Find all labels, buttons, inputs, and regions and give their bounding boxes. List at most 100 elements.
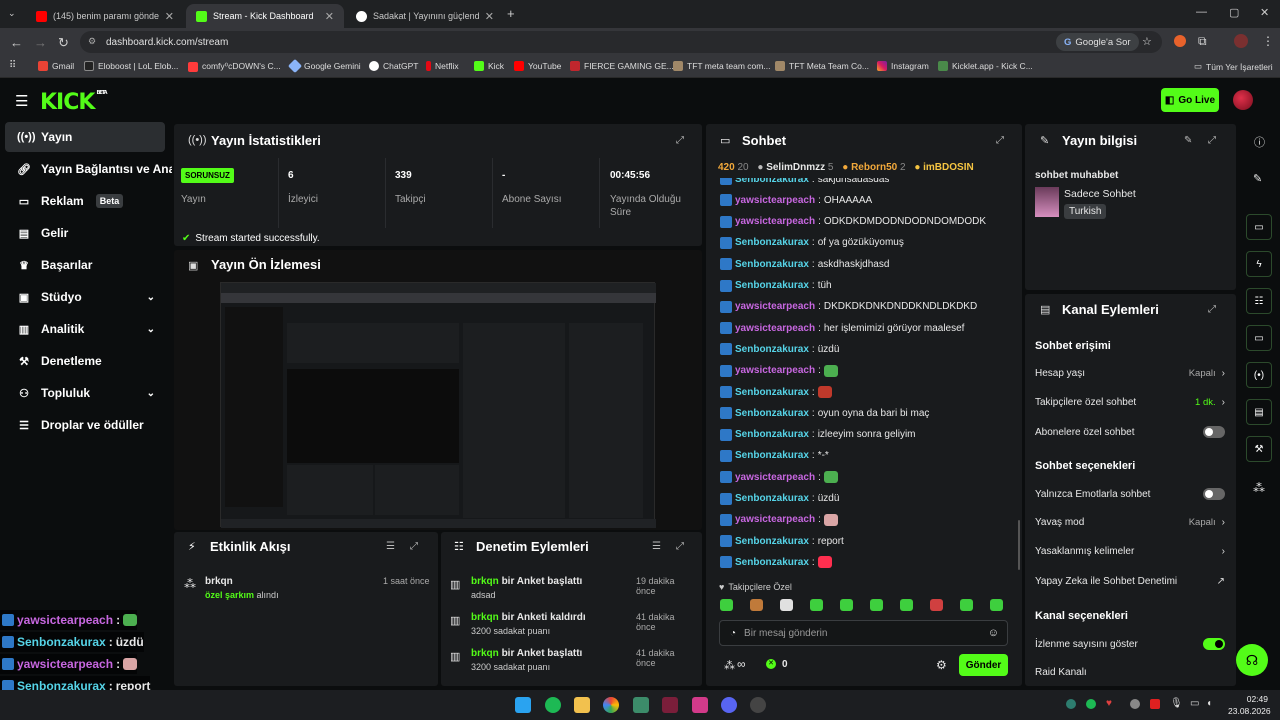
emote-icon[interactable] xyxy=(780,599,793,611)
sidebar-item-denetleme[interactable]: ⚒ Denetleme xyxy=(5,346,165,376)
spotify-icon[interactable] xyxy=(1086,699,1096,709)
chat-username[interactable]: yawsictearpeach xyxy=(735,472,815,483)
chat-message[interactable]: Senbonzakurax: tüh xyxy=(720,279,832,292)
avatar[interactable] xyxy=(1233,90,1253,110)
rail-mod-button[interactable]: ☷ xyxy=(1246,288,1272,314)
account-age-row[interactable]: Hesap yaşı Kapalı › xyxy=(1035,368,1225,379)
mic-icon[interactable]: 🎙︎ xyxy=(1170,698,1183,709)
bookmark-netflix[interactable]: Netflix xyxy=(426,61,459,71)
tray-icon[interactable] xyxy=(1130,699,1140,709)
folder-icon[interactable] xyxy=(574,697,590,713)
chat-username[interactable]: Senbonzakurax xyxy=(735,387,809,398)
maximize-icon[interactable]: ▢ xyxy=(1229,6,1239,19)
chrome-icon[interactable] xyxy=(603,697,619,713)
chat-scrollbar[interactable] xyxy=(1018,520,1020,570)
chat-message[interactable]: Senbonzakurax: üzdü xyxy=(720,492,839,505)
chat-username[interactable]: Senbonzakurax xyxy=(735,557,809,568)
tray-icon[interactable] xyxy=(1150,699,1160,709)
app-icon[interactable] xyxy=(633,697,649,713)
chat-message[interactable]: yawsictearpeach: DKDKDKDNKDNDDKNDLDKDKD xyxy=(720,300,977,313)
chat-username[interactable]: Senbonzakurax xyxy=(735,450,809,461)
chat-message[interactable]: Senbonzakurax: xyxy=(720,386,832,398)
sidebar-item-analitik[interactable]: ▥ Analitik ⌄ xyxy=(5,314,165,344)
monitor-icon[interactable]: ▭ xyxy=(1190,698,1199,709)
edit-icon[interactable]: ✎ xyxy=(1253,172,1262,185)
site-info-icon[interactable]: ⚙ xyxy=(88,36,96,47)
obs-icon[interactable] xyxy=(750,697,766,713)
bookmark-comfy[interactable]: comfy⁰cDOWN's C... xyxy=(188,61,281,72)
emote-icon[interactable] xyxy=(840,599,853,611)
chat-message[interactable]: Senbonzakurax: askdhaskjdhasd xyxy=(720,258,889,271)
google-ask-button[interactable]: G Google'a Sor xyxy=(1056,33,1139,51)
bookmark-tft-2[interactable]: TFT Meta Team Co... xyxy=(775,61,869,71)
tab-kick-dashboard[interactable]: Stream - Kick Dashboard ✕ xyxy=(186,4,344,28)
chat-message[interactable]: Senbonzakurax: report xyxy=(720,535,844,548)
chat-username[interactable]: Senbonzakurax xyxy=(735,344,809,355)
chat-username[interactable]: yawsictearpeach xyxy=(735,365,815,376)
chat-message[interactable]: yawsictearpeach: xyxy=(720,471,838,484)
emote-icon[interactable] xyxy=(870,599,883,611)
extensions-icon[interactable]: ⧉ xyxy=(1198,34,1207,49)
filter-icon[interactable]: ☰ xyxy=(386,541,395,552)
emote-icon[interactable] xyxy=(810,599,823,611)
chat-message[interactable]: yawsictearpeach: xyxy=(720,364,838,377)
rail-actions-button[interactable]: ▤ xyxy=(1246,399,1272,425)
info-icon[interactable]: ⓘ xyxy=(1254,134,1265,150)
emote-icon[interactable] xyxy=(720,599,733,611)
sidebar-item-reklam[interactable]: ▭ Reklam Beta xyxy=(5,186,165,216)
chat-messages[interactable]: Senbonzakurax: sakjdnsadasdas yawsictearpe… xyxy=(706,178,1022,578)
chat-message[interactable]: yawsictearpeach: xyxy=(720,513,838,526)
emote-icon[interactable] xyxy=(900,599,913,611)
close-icon[interactable]: ✕ xyxy=(485,10,494,23)
bookmark-all[interactable]: ▭ Tüm Yer İşaretleri xyxy=(1194,61,1273,72)
followers-only-row[interactable]: Takipçilere özel sohbet 1 dk. › xyxy=(1035,397,1225,408)
rail-info-button[interactable]: ⚒ xyxy=(1246,436,1272,462)
tray-icon[interactable] xyxy=(1066,699,1076,709)
bookmark-gemini[interactable]: Google Gemini xyxy=(287,58,361,74)
extension-icon[interactable] xyxy=(1174,35,1186,47)
minimize-icon[interactable]: — xyxy=(1196,6,1207,18)
send-button[interactable]: Gönder xyxy=(959,654,1008,676)
chat-username[interactable]: Senbonzakurax xyxy=(735,493,809,504)
chat-username[interactable]: yawsictearpeach xyxy=(735,514,815,525)
chat-message[interactable]: yawsictearpeach: ODKDKDMDODNDODNDOMDODK xyxy=(720,215,986,228)
bookmark-kick[interactable]: Kick xyxy=(474,61,504,71)
chat-username[interactable]: yawsictearpeach xyxy=(735,323,815,334)
new-tab-icon[interactable]: + xyxy=(507,6,515,21)
close-icon[interactable]: ✕ xyxy=(325,10,334,23)
rail-stats-button[interactable]: ▭ xyxy=(1246,214,1272,240)
discord-icon[interactable] xyxy=(721,697,737,713)
expand-icon[interactable]: ⤢ xyxy=(996,135,1004,146)
sidebar-item-gelir[interactable]: ▤ Gelir xyxy=(5,218,165,248)
reload-icon[interactable]: ↻ xyxy=(58,35,69,51)
gear-icon[interactable]: ⚙ xyxy=(936,658,947,672)
emoji-icon[interactable]: ☺ xyxy=(988,627,999,639)
raid-row[interactable]: Raid Kanalı xyxy=(1035,667,1225,678)
leader-name[interactable]: Reborn50 xyxy=(851,162,897,173)
tab-youtube[interactable]: (145) benim paramı göndersin ✕ xyxy=(26,4,184,28)
chat-username[interactable]: yawsictearpeach xyxy=(735,216,815,227)
sidebar-item-topluluk[interactable]: ⚇ Topluluk ⌄ xyxy=(5,378,165,408)
window-close-icon[interactable]: ✕ xyxy=(1260,6,1269,19)
expand-icon[interactable]: ⤢ xyxy=(676,541,684,552)
leader-name[interactable]: SelimDnmzz xyxy=(766,162,825,173)
bookmark-fierce[interactable]: FIERCE GAMING GE... xyxy=(570,61,674,71)
expand-icon[interactable]: ⤢ xyxy=(676,135,684,146)
bookmark-eloboost[interactable]: Eloboost | LoL Elob... xyxy=(84,61,178,71)
menu-dots-icon[interactable]: ⋮ xyxy=(1262,34,1274,48)
sidebar-item-basarilar[interactable]: ♛ Başarılar xyxy=(5,250,165,280)
back-icon[interactable]: ← xyxy=(10,35,23,50)
emote-icon[interactable] xyxy=(750,599,763,611)
show-viewers-toggle[interactable] xyxy=(1203,638,1225,650)
sidebar-item-stream-key[interactable]: 🔗︎ Yayın Bağlantısı ve Anahtar xyxy=(5,154,172,184)
chat-username[interactable]: Senbonzakurax xyxy=(735,237,809,248)
bookmark-kicklet[interactable]: Kicklet.app - Kick C... xyxy=(938,61,1033,71)
chat-message[interactable]: yawsictearpeach: OHAAAAA xyxy=(720,194,872,207)
chat-message[interactable]: Senbonzakurax: *-* xyxy=(720,449,829,462)
volume-icon[interactable]: ◖ xyxy=(1206,698,1212,709)
chat-message[interactable]: Senbonzakurax: üzdü xyxy=(720,343,839,356)
forward-icon[interactable]: → xyxy=(34,35,47,50)
expand-icon[interactable]: ⤢ xyxy=(410,541,418,552)
chat-message[interactable]: yawsictearpeach: her işlemimizi görüyor m… xyxy=(720,322,964,335)
filter-icon[interactable]: ☰ xyxy=(652,541,661,552)
